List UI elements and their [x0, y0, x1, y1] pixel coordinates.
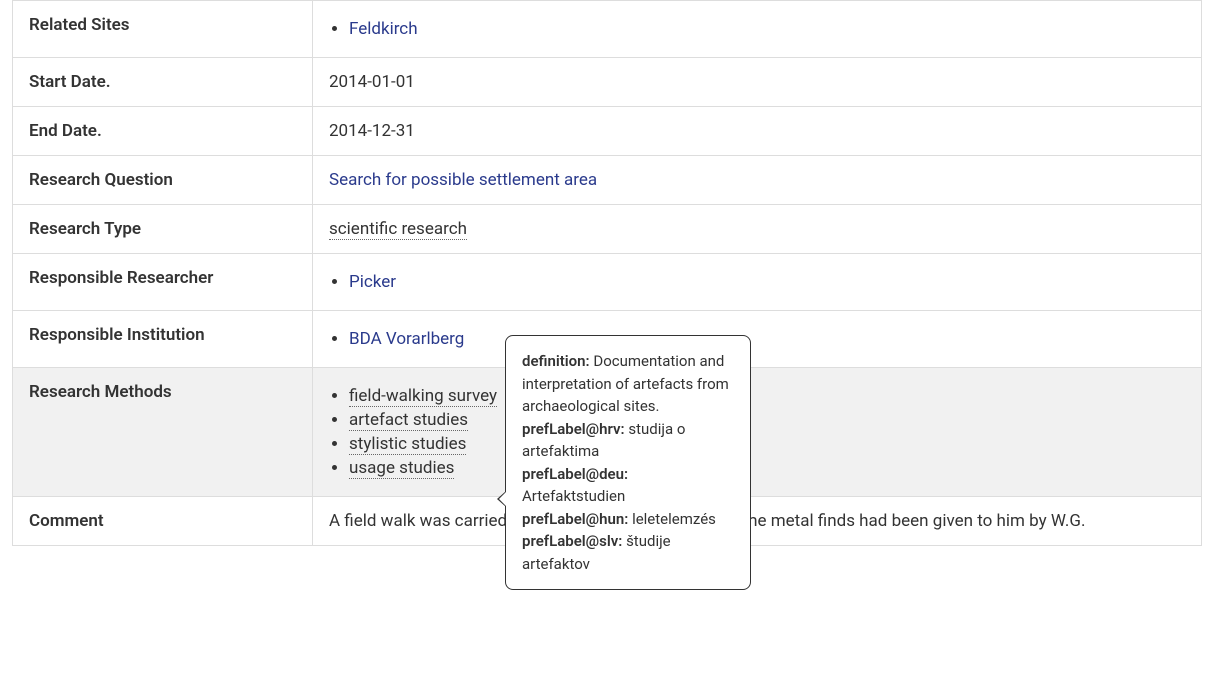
list-item: usage studies	[349, 458, 1185, 478]
methods-list: field-walking survey artefact studies st…	[329, 386, 1185, 478]
list-item: artefact studies	[349, 410, 1185, 430]
tooltip-definition: definition: Documentation and interpreta…	[522, 350, 734, 418]
term-field-walking-survey[interactable]: field-walking survey	[349, 386, 497, 407]
list-item: Feldkirch	[349, 19, 1185, 39]
label-start-date: Start Date.	[13, 58, 313, 107]
label-end-date: End Date.	[13, 107, 313, 156]
label-research-question: Research Question	[13, 156, 313, 205]
row-end-date: End Date. 2014-12-31	[13, 107, 1202, 156]
link-research-question[interactable]: Search for possible settlement area	[329, 170, 597, 190]
label-responsible-researcher: Responsible Researcher	[13, 254, 313, 311]
detail-panel: Related Sites Feldkirch Start Date. 2014…	[0, 0, 1214, 546]
label-responsible-institution: Responsible Institution	[13, 311, 313, 368]
term-artefact-studies[interactable]: artefact studies	[349, 410, 468, 431]
tooltip-deu: prefLabel@deu: Artefaktstudien	[522, 463, 734, 508]
row-research-type: Research Type scientific research	[13, 205, 1202, 254]
tooltip-definition-label: definition:	[522, 352, 590, 370]
tooltip-hun: prefLabel@hun: leletelemzés	[522, 508, 734, 531]
term-stylistic-studies[interactable]: stylistic studies	[349, 434, 466, 455]
tooltip-hrv: prefLabel@hrv: studija o artefaktima	[522, 418, 734, 463]
value-comment: A field walk was carried out by Raimund …	[313, 497, 1202, 546]
value-responsible-researcher: Picker	[313, 254, 1202, 311]
tooltip-artefact-studies: definition: Documentation and interpreta…	[505, 335, 751, 590]
label-comment: Comment	[13, 497, 313, 546]
label-related-sites: Related Sites	[13, 1, 313, 58]
tooltip-slv: prefLabel@slv: študije artefaktov	[522, 530, 734, 575]
value-research-question: Search for possible settlement area	[313, 156, 1202, 205]
label-research-type: Research Type	[13, 205, 313, 254]
row-research-question: Research Question Search for possible se…	[13, 156, 1202, 205]
list-item: field-walking survey	[349, 386, 1185, 406]
list-item: BDA Vorarlberg	[349, 329, 1185, 349]
list-item: Picker	[349, 272, 1185, 292]
tooltip-slv-label: prefLabel@slv:	[522, 532, 622, 550]
value-related-sites: Feldkirch	[313, 1, 1202, 58]
tooltip-hrv-label: prefLabel@hrv:	[522, 420, 625, 438]
researcher-list: Picker	[329, 272, 1185, 292]
value-end-date: 2014-12-31	[313, 107, 1202, 156]
row-start-date: Start Date. 2014-01-01	[13, 58, 1202, 107]
row-responsible-researcher: Responsible Researcher Picker	[13, 254, 1202, 311]
institution-list: BDA Vorarlberg	[329, 329, 1185, 349]
value-start-date: 2014-01-01	[313, 58, 1202, 107]
term-usage-studies[interactable]: usage studies	[349, 458, 454, 479]
link-picker[interactable]: Picker	[349, 272, 396, 292]
label-research-methods: Research Methods	[13, 368, 313, 497]
list-item: stylistic studies	[349, 434, 1185, 454]
value-research-methods: field-walking survey artefact studies st…	[313, 368, 1202, 497]
related-sites-list: Feldkirch	[329, 19, 1185, 39]
link-bda-vorarlberg[interactable]: BDA Vorarlberg	[349, 329, 464, 349]
tooltip-deu-value: Artefaktstudien	[522, 487, 625, 505]
row-related-sites: Related Sites Feldkirch	[13, 1, 1202, 58]
tooltip-hun-value: leletelemzés	[632, 510, 716, 528]
term-scientific-research[interactable]: scientific research	[329, 219, 467, 240]
value-research-type: scientific research	[313, 205, 1202, 254]
value-responsible-institution: BDA Vorarlberg	[313, 311, 1202, 368]
link-feldkirch[interactable]: Feldkirch	[349, 19, 418, 39]
tooltip-deu-label: prefLabel@deu:	[522, 465, 628, 483]
tooltip-hun-label: prefLabel@hun:	[522, 510, 628, 528]
